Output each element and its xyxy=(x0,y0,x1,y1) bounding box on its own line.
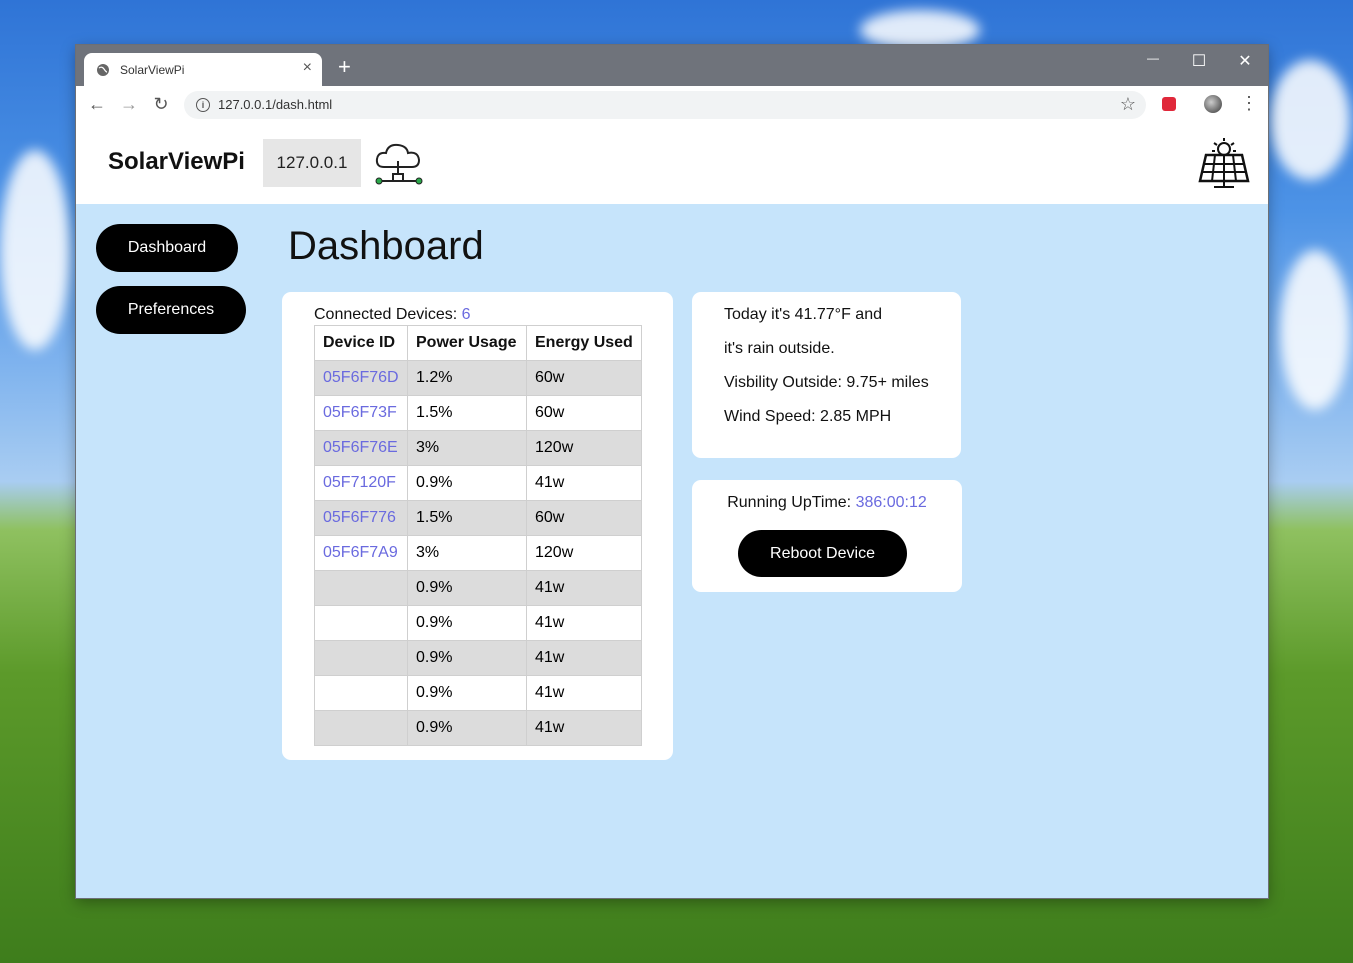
energy-used-cell: 60w xyxy=(526,360,642,396)
energy-used-cell: 41w xyxy=(526,640,642,676)
power-usage-cell: 0.9% xyxy=(407,640,527,676)
new-tab-button[interactable]: + xyxy=(338,56,351,78)
power-usage-cell: 1.5% xyxy=(407,395,527,431)
reload-icon[interactable]: ↻ xyxy=(150,94,172,115)
energy-used-cell: 41w xyxy=(526,710,642,746)
nav-dashboard-button[interactable]: Dashboard xyxy=(96,224,238,272)
device-id-cell xyxy=(314,640,408,676)
menu-kebab-icon[interactable]: ⋮ xyxy=(1240,93,1258,114)
connected-devices-count[interactable]: 6 xyxy=(462,306,471,323)
profile-avatar[interactable] xyxy=(1204,95,1222,113)
weather-visibility: Visbility Outside: 9.75+ miles xyxy=(724,374,929,391)
power-usage-cell: 1.5% xyxy=(407,500,527,536)
ip-address-badge: 127.0.0.1 xyxy=(263,139,361,187)
energy-used-cell: 120w xyxy=(526,535,642,571)
brand-title: SolarViewPi xyxy=(108,148,245,175)
device-id-cell[interactable]: 05F6F76D xyxy=(314,360,408,396)
close-window-button[interactable]: ✕ xyxy=(1230,51,1260,71)
table-row: 0.9% 41w xyxy=(314,605,642,641)
back-icon[interactable]: ← xyxy=(86,94,108,115)
forward-icon[interactable]: → xyxy=(118,94,140,115)
power-usage-cell: 0.9% xyxy=(407,465,527,501)
power-usage-cell: 3% xyxy=(407,535,527,571)
app-header: SolarViewPi 127.0.0.1 xyxy=(76,124,1268,204)
browser-toolbar: ← → ↻ i 127.0.0.1/dash.html ☆ ⋮ xyxy=(76,86,1268,125)
url-text[interactable]: 127.0.0.1/dash.html xyxy=(218,97,332,112)
device-id-cell xyxy=(314,605,408,641)
device-id-cell xyxy=(314,675,408,711)
weather-temperature: Today it's 41.77°F and xyxy=(724,306,882,323)
power-usage-cell: 0.9% xyxy=(407,675,527,711)
column-header-power-usage: Power Usage xyxy=(407,325,527,361)
device-id-cell[interactable]: 05F6F776 xyxy=(314,500,408,536)
extension-icon[interactable] xyxy=(1162,97,1176,111)
table-row: 0.9% 41w xyxy=(314,570,642,606)
energy-used-cell: 41w xyxy=(526,675,642,711)
energy-used-cell: 120w xyxy=(526,430,642,466)
reboot-device-button[interactable]: Reboot Device xyxy=(738,530,907,577)
power-usage-cell: 0.9% xyxy=(407,570,527,606)
table-row: 05F6F76E 3% 120w xyxy=(314,430,642,466)
wallpaper-cloud xyxy=(1270,60,1350,180)
device-id-cell[interactable]: 05F6F7A9 xyxy=(314,535,408,571)
table-row: 0.9% 41w xyxy=(314,675,642,711)
browser-tab[interactable]: SolarViewPi × xyxy=(84,53,322,86)
table-row: 05F6F76D 1.2% 60w xyxy=(314,360,642,396)
devices-table: Device ID Power Usage Energy Used 05F6F7… xyxy=(314,325,642,746)
address-bar[interactable]: i 127.0.0.1/dash.html ☆ xyxy=(184,91,1146,119)
connected-devices-label: Connected Devices: 6 xyxy=(314,306,471,323)
energy-used-cell: 41w xyxy=(526,605,642,641)
table-row: 0.9% 41w xyxy=(314,640,642,676)
status-card: Running UpTime: 386:00:12 Reboot Device xyxy=(692,480,962,592)
nav-preferences-button[interactable]: Preferences xyxy=(96,286,246,334)
weather-card: Today it's 41.77°F and it's rain outside… xyxy=(692,292,961,458)
minimize-button[interactable]: — xyxy=(1138,51,1168,65)
device-id-cell[interactable]: 05F6F76E xyxy=(314,430,408,466)
table-row: 05F6F7A9 3% 120w xyxy=(314,535,642,571)
power-usage-cell: 0.9% xyxy=(407,710,527,746)
devices-card: Connected Devices: 6 Device ID Power Usa… xyxy=(282,292,673,760)
power-usage-cell: 0.9% xyxy=(407,605,527,641)
table-row: 0.9% 41w xyxy=(314,710,642,746)
globe-icon xyxy=(97,64,109,76)
column-header-energy-used: Energy Used xyxy=(526,325,642,361)
bookmark-star-icon[interactable]: ☆ xyxy=(1120,94,1136,115)
wallpaper-cloud xyxy=(1280,250,1350,410)
weather-condition: it's rain outside. xyxy=(724,340,835,357)
table-row: 05F7120F 0.9% 41w xyxy=(314,465,642,501)
tab-title: SolarViewPi xyxy=(120,63,185,77)
device-id-cell[interactable]: 05F7120F xyxy=(314,465,408,501)
cloud-network-icon xyxy=(375,143,423,185)
power-usage-cell: 1.2% xyxy=(407,360,527,396)
energy-used-cell: 41w xyxy=(526,465,642,501)
power-usage-cell: 3% xyxy=(407,430,527,466)
tab-close-icon[interactable]: × xyxy=(303,59,312,77)
wallpaper-cloud xyxy=(0,150,70,350)
energy-used-cell: 60w xyxy=(526,395,642,431)
uptime-label: Running UpTime: 386:00:12 xyxy=(727,494,927,511)
device-id-cell xyxy=(314,710,408,746)
uptime-value: 386:00:12 xyxy=(855,494,927,511)
column-header-device-id: Device ID xyxy=(314,325,408,361)
table-row: 05F6F73F 1.5% 60w xyxy=(314,395,642,431)
maximize-button[interactable]: ☐ xyxy=(1184,51,1214,71)
wallpaper-cloud xyxy=(860,10,980,50)
page-content: SolarViewPi 127.0.0.1 Dashboard Preferen… xyxy=(76,124,1268,898)
energy-used-cell: 60w xyxy=(526,500,642,536)
energy-used-cell: 41w xyxy=(526,570,642,606)
weather-wind-speed: Wind Speed: 2.85 MPH xyxy=(724,408,892,425)
device-id-cell xyxy=(314,570,408,606)
title-bar: SolarViewPi × + — ☐ ✕ xyxy=(76,45,1268,86)
browser-window: SolarViewPi × + — ☐ ✕ ← → ↻ i 127.0.0.1/… xyxy=(76,45,1268,898)
info-icon[interactable]: i xyxy=(196,98,210,112)
device-id-cell[interactable]: 05F6F73F xyxy=(314,395,408,431)
page-title: Dashboard xyxy=(288,224,484,268)
solar-panel-icon xyxy=(1198,138,1250,188)
table-row: 05F6F776 1.5% 60w xyxy=(314,500,642,536)
